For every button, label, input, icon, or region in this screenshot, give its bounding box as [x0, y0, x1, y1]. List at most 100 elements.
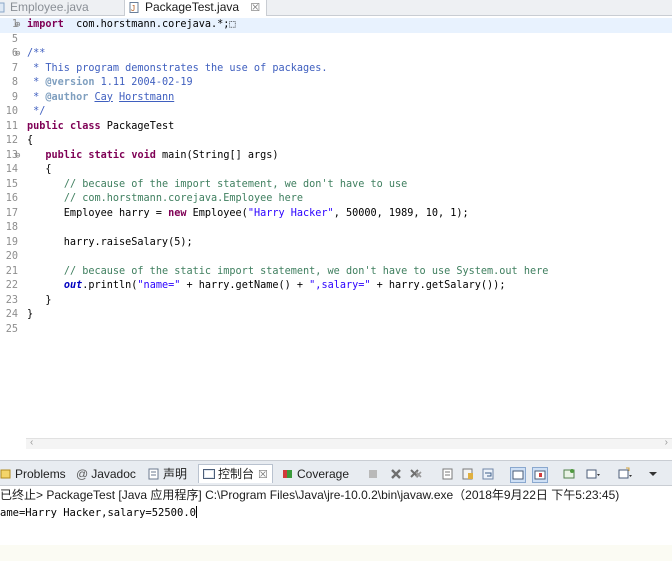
code-line[interactable]: 22 out.println("name=" + harry.getName()… [0, 279, 672, 294]
fold-collapse-icon[interactable]: ⊖ [15, 47, 20, 62]
line-number: 22 [5, 280, 18, 291]
code-line[interactable]: 23 } [0, 294, 672, 309]
code-token: public [45, 149, 83, 161]
code-token: 1.11 2004-02-19 [94, 77, 193, 88]
fold-collapse-icon[interactable]: ⊖ [15, 149, 20, 164]
remove-launch-icon[interactable] [389, 467, 403, 481]
code-line[interactable]: 18 [0, 221, 672, 236]
console-output-line: ame=Harry Hacker,salary=52500.0 [0, 507, 196, 519]
code-line[interactable]: 19 harry.raiseSalary(5); [0, 236, 672, 251]
tab-coverage[interactable]: Coverage [282, 465, 349, 483]
code-line[interactable]: 7 * This program demonstrates the use of… [0, 62, 672, 77]
code-line[interactable]: 5 [0, 33, 672, 48]
console-empty-area [0, 545, 672, 561]
code-text: { [27, 134, 33, 149]
code-text: * @author Cay Horstmann [27, 91, 174, 106]
scroll-lock-icon[interactable] [461, 467, 475, 481]
remove-all-terminated-icon[interactable] [409, 467, 423, 481]
tab-employee-java[interactable]: Employee.java [0, 0, 95, 16]
code-token: { [27, 135, 34, 146]
code-text: } [27, 294, 52, 309]
code-line[interactable]: 25 [0, 323, 672, 338]
code-token: // com.horstmann.corejava.Employee here [63, 193, 304, 204]
code-token: } [27, 294, 52, 306]
code-token: } [27, 309, 34, 320]
code-token: Cay [94, 91, 113, 103]
code-token: ⬚ [229, 19, 236, 30]
tab-javadoc[interactable]: @ Javadoc [76, 465, 136, 483]
line-number: 24 [5, 309, 18, 320]
code-line[interactable]: 8 * @version 1.11 2004-02-19 [0, 76, 672, 91]
code-token: "Harry Hacker" [247, 207, 334, 219]
line-number: 17 [5, 207, 18, 219]
code-line[interactable]: 17 Employee harry = new Employee("Harry … [0, 207, 672, 222]
code-token: + harry.getSalary()); [370, 280, 506, 291]
code-line[interactable]: 15 // because of the import statement, w… [0, 178, 672, 193]
code-token: PackageTest [100, 120, 175, 132]
java-file-icon [0, 2, 5, 13]
code-line[interactable]: 1 ⊕ import com.horstmann.corejava.*;⬚ [0, 18, 672, 33]
code-text: public class PackageTest [27, 120, 174, 135]
code-text: */ [27, 105, 45, 120]
fold-expand-icon[interactable]: ⊕ [15, 18, 20, 33]
code-line[interactable]: 9 * @author Cay Horstmann [0, 91, 672, 106]
code-token: void [131, 149, 156, 161]
code-token: * [27, 77, 46, 88]
code-token: // because of the import statement, we d… [63, 178, 408, 190]
code-line[interactable]: 24} [0, 308, 672, 323]
code-line[interactable]: 21 // because of the static import state… [0, 265, 672, 280]
code-line[interactable]: 13 ⊖ public static void main(String[] arg… [0, 149, 672, 164]
tab-console[interactable]: 控制台 ☒ [198, 464, 273, 483]
code-text: /** [27, 47, 45, 62]
clear-console-icon[interactable] [441, 467, 455, 481]
code-line[interactable]: 12 { [0, 134, 672, 149]
code-line[interactable]: 10 */ [0, 105, 672, 120]
code-editor[interactable]: 1 ⊕ import com.horstmann.corejava.*;⬚ 5 6 ⊖/*… [0, 16, 672, 440]
scroll-right-icon[interactable]: › [665, 437, 668, 448]
at-sign-icon: @ [76, 467, 89, 481]
line-number: 25 [5, 323, 18, 335]
code-text: out.println("name=" + harry.getName() + … [27, 279, 506, 294]
pin-console-icon[interactable] [562, 467, 576, 481]
view-menu-chevron-down-icon[interactable] [646, 467, 660, 481]
terminate-icon[interactable] [366, 467, 380, 481]
horizontal-scrollbar[interactable]: ‹ › [26, 437, 672, 449]
code-token: ",salary=" [309, 280, 371, 291]
code-token: com.horstmann.corejava.*; [63, 19, 230, 30]
code-token: /** [27, 48, 46, 59]
close-tab-icon[interactable]: ☒ [258, 469, 268, 481]
java-file-icon: J [129, 2, 139, 13]
code-token: * This program demonstrates the use of p… [27, 62, 328, 74]
code-token: public [27, 120, 64, 132]
code-line[interactable]: 14 { [0, 163, 672, 178]
word-wrap-icon[interactable] [481, 467, 495, 481]
line-number: 20 [5, 251, 18, 262]
code-token: */ [27, 106, 46, 117]
svg-text:J: J [131, 4, 135, 13]
display-selected-console-icon[interactable] [586, 467, 600, 481]
code-token: { [27, 164, 52, 175]
open-console-icon[interactable] [618, 467, 632, 481]
scroll-left-icon[interactable]: ‹ [30, 437, 33, 448]
coverage-icon [283, 470, 292, 478]
console-output[interactable]: ame=Harry Hacker,salary=52500.0 [0, 505, 672, 521]
tab-problems[interactable]: Problems [0, 465, 66, 483]
declaration-icon [148, 468, 159, 480]
show-console-on-error-icon[interactable] [532, 467, 548, 483]
code-line[interactable]: 11 public class PackageTest [0, 120, 672, 135]
code-token: * [27, 91, 46, 103]
code-line[interactable]: 16 // com.horstmann.corejava.Employee he… [0, 192, 672, 207]
tab-declaration[interactable]: 声明 [148, 465, 187, 483]
show-console-on-output-icon[interactable] [510, 467, 526, 483]
tab-packagetest-java[interactable]: J PackageTest.java ☒ [124, 0, 268, 16]
code-line[interactable]: 6 ⊖/** [0, 47, 672, 62]
code-token: .println( [82, 280, 138, 291]
line-number: 16 [5, 193, 18, 204]
close-tab-icon[interactable]: ☒ [250, 2, 260, 14]
code-text: Employee harry = new Employee("Harry Hac… [27, 207, 469, 222]
code-line[interactable]: 20 [0, 250, 672, 265]
code-token: class [69, 120, 101, 132]
